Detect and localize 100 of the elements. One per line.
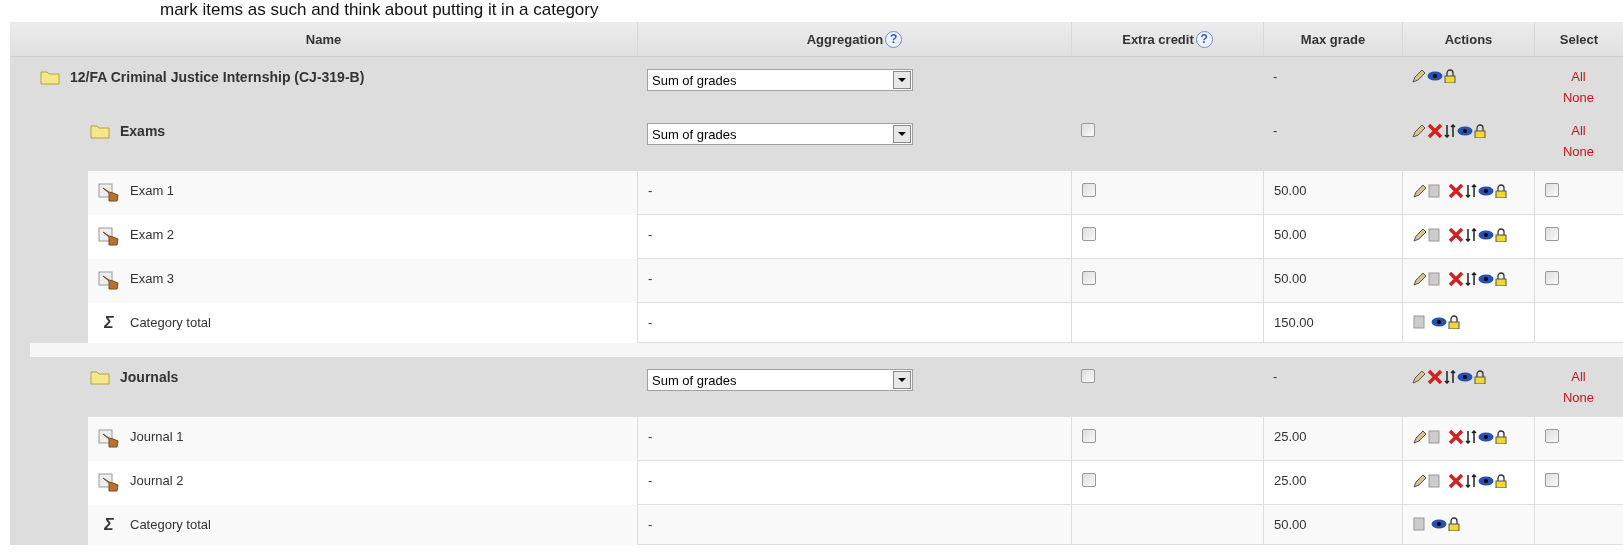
select-link[interactable]: All (1571, 69, 1586, 84)
max-grade: 50.00 (1274, 517, 1307, 532)
hand-pointer-icon (98, 227, 120, 247)
pencil-icon[interactable] (1413, 430, 1427, 444)
padlock-icon[interactable] (1495, 184, 1507, 198)
extra-credit-checkbox[interactable] (1082, 473, 1096, 487)
select-link[interactable]: None (1562, 390, 1595, 405)
column-header: Extra credit (1122, 31, 1194, 47)
up-down-arrows-icon[interactable] (1444, 370, 1456, 384)
sigma-icon: Σ (98, 517, 120, 533)
select-checkbox[interactable] (1545, 271, 1559, 285)
extra-credit-checkbox[interactable] (1082, 227, 1096, 241)
max-grade: - (1273, 69, 1278, 84)
select-link[interactable]: All (1571, 123, 1586, 138)
dropdown-arrow-icon[interactable] (897, 77, 907, 83)
pencil-icon[interactable] (1413, 184, 1427, 198)
select-checkbox[interactable] (1545, 429, 1559, 443)
up-down-arrows-icon[interactable] (1465, 474, 1477, 488)
pencil-icon[interactable] (1412, 69, 1426, 83)
delete-icon[interactable] (1448, 429, 1464, 445)
aggregation-value: - (648, 227, 653, 242)
folder-icon (90, 123, 110, 139)
max-grade: 50.00 (1274, 271, 1307, 286)
eye-icon[interactable] (1427, 71, 1443, 81)
select-checkbox[interactable] (1545, 183, 1559, 197)
padlock-icon[interactable] (1495, 474, 1507, 488)
eye-icon[interactable] (1478, 230, 1494, 240)
select-link[interactable]: None (1562, 90, 1595, 105)
up-down-arrows-icon[interactable] (1465, 272, 1477, 286)
extra-credit-checkbox[interactable] (1081, 369, 1095, 383)
up-down-arrows-icon[interactable] (1465, 228, 1477, 242)
category-name: 12/FA Criminal Justice Internship (CJ-319-B) (70, 69, 365, 85)
eye-icon[interactable] (1457, 372, 1473, 382)
column-header: Aggregation (806, 31, 884, 47)
max-grade: - (1273, 369, 1278, 384)
up-down-arrows-icon[interactable] (1465, 430, 1477, 444)
column-header: Actions (1444, 31, 1493, 47)
help-icon[interactable]: ? (1195, 30, 1213, 48)
select-link[interactable]: None (1562, 144, 1595, 159)
dropdown-arrow-icon[interactable] (897, 377, 907, 383)
sigma-icon: Σ (98, 315, 120, 331)
aggregation-value: - (648, 183, 653, 198)
aggregation-value: - (648, 517, 653, 532)
category-name: Journals (120, 369, 179, 385)
select-checkbox[interactable] (1545, 473, 1559, 487)
up-down-arrows-icon[interactable] (1465, 184, 1477, 198)
select-link[interactable]: All (1571, 369, 1586, 384)
pencil-icon[interactable] (1413, 474, 1427, 488)
eye-icon[interactable] (1478, 186, 1494, 196)
delete-icon[interactable] (1448, 183, 1464, 199)
aggregation-value: - (648, 429, 653, 444)
extra-credit-checkbox[interactable] (1082, 271, 1096, 285)
folder-icon (40, 69, 60, 85)
delete-icon[interactable] (1427, 123, 1443, 139)
pencil-icon[interactable] (1412, 124, 1426, 138)
hand-pointer-icon (98, 473, 120, 493)
max-grade: - (1273, 123, 1278, 138)
padlock-icon[interactable] (1444, 69, 1456, 83)
padlock-icon[interactable] (1474, 370, 1486, 384)
aggregation-dropdown[interactable]: Sum of grades (647, 69, 913, 91)
max-grade: 25.00 (1274, 473, 1307, 488)
pencil-icon[interactable] (1413, 272, 1427, 286)
extra-credit-checkbox[interactable] (1082, 183, 1096, 197)
delete-icon[interactable] (1448, 473, 1464, 489)
column-header: Max grade (1300, 31, 1366, 47)
aggregation-value: - (648, 271, 653, 286)
help-icon[interactable]: ? (885, 30, 903, 48)
eye-icon[interactable] (1431, 519, 1447, 529)
eye-icon[interactable] (1478, 476, 1494, 486)
eye-icon[interactable] (1457, 126, 1473, 136)
eye-icon[interactable] (1478, 432, 1494, 442)
aggregation-dropdown[interactable]: Sum of grades (647, 123, 913, 145)
category-name: Exams (120, 123, 166, 139)
delete-icon[interactable] (1427, 369, 1443, 385)
folder-icon (90, 369, 110, 385)
padlock-icon[interactable] (1448, 517, 1460, 531)
up-down-arrows-icon[interactable] (1444, 124, 1456, 138)
pencil-icon[interactable] (1413, 228, 1427, 242)
delete-icon[interactable] (1448, 227, 1464, 243)
padlock-icon[interactable] (1474, 124, 1486, 138)
delete-icon[interactable] (1448, 271, 1464, 287)
item-name: Category total (130, 517, 211, 532)
item-name: Category total (130, 315, 211, 330)
item-name: Exam 3 (130, 271, 175, 286)
padlock-icon[interactable] (1495, 272, 1507, 286)
padlock-icon[interactable] (1448, 315, 1460, 329)
pencil-icon[interactable] (1412, 370, 1426, 384)
padlock-icon[interactable] (1495, 430, 1507, 444)
hand-pointer-icon (98, 429, 120, 449)
select-checkbox[interactable] (1545, 227, 1559, 241)
eye-icon[interactable] (1431, 317, 1447, 327)
column-header: Select (1559, 31, 1599, 47)
eye-icon[interactable] (1478, 274, 1494, 284)
extra-credit-checkbox[interactable] (1081, 123, 1095, 137)
padlock-icon[interactable] (1495, 228, 1507, 242)
aggregation-value: - (648, 315, 653, 330)
dropdown-arrow-icon[interactable] (897, 131, 907, 137)
aggregation-dropdown[interactable]: Sum of grades (647, 369, 913, 391)
max-grade: 50.00 (1274, 227, 1307, 242)
extra-credit-checkbox[interactable] (1082, 429, 1096, 443)
